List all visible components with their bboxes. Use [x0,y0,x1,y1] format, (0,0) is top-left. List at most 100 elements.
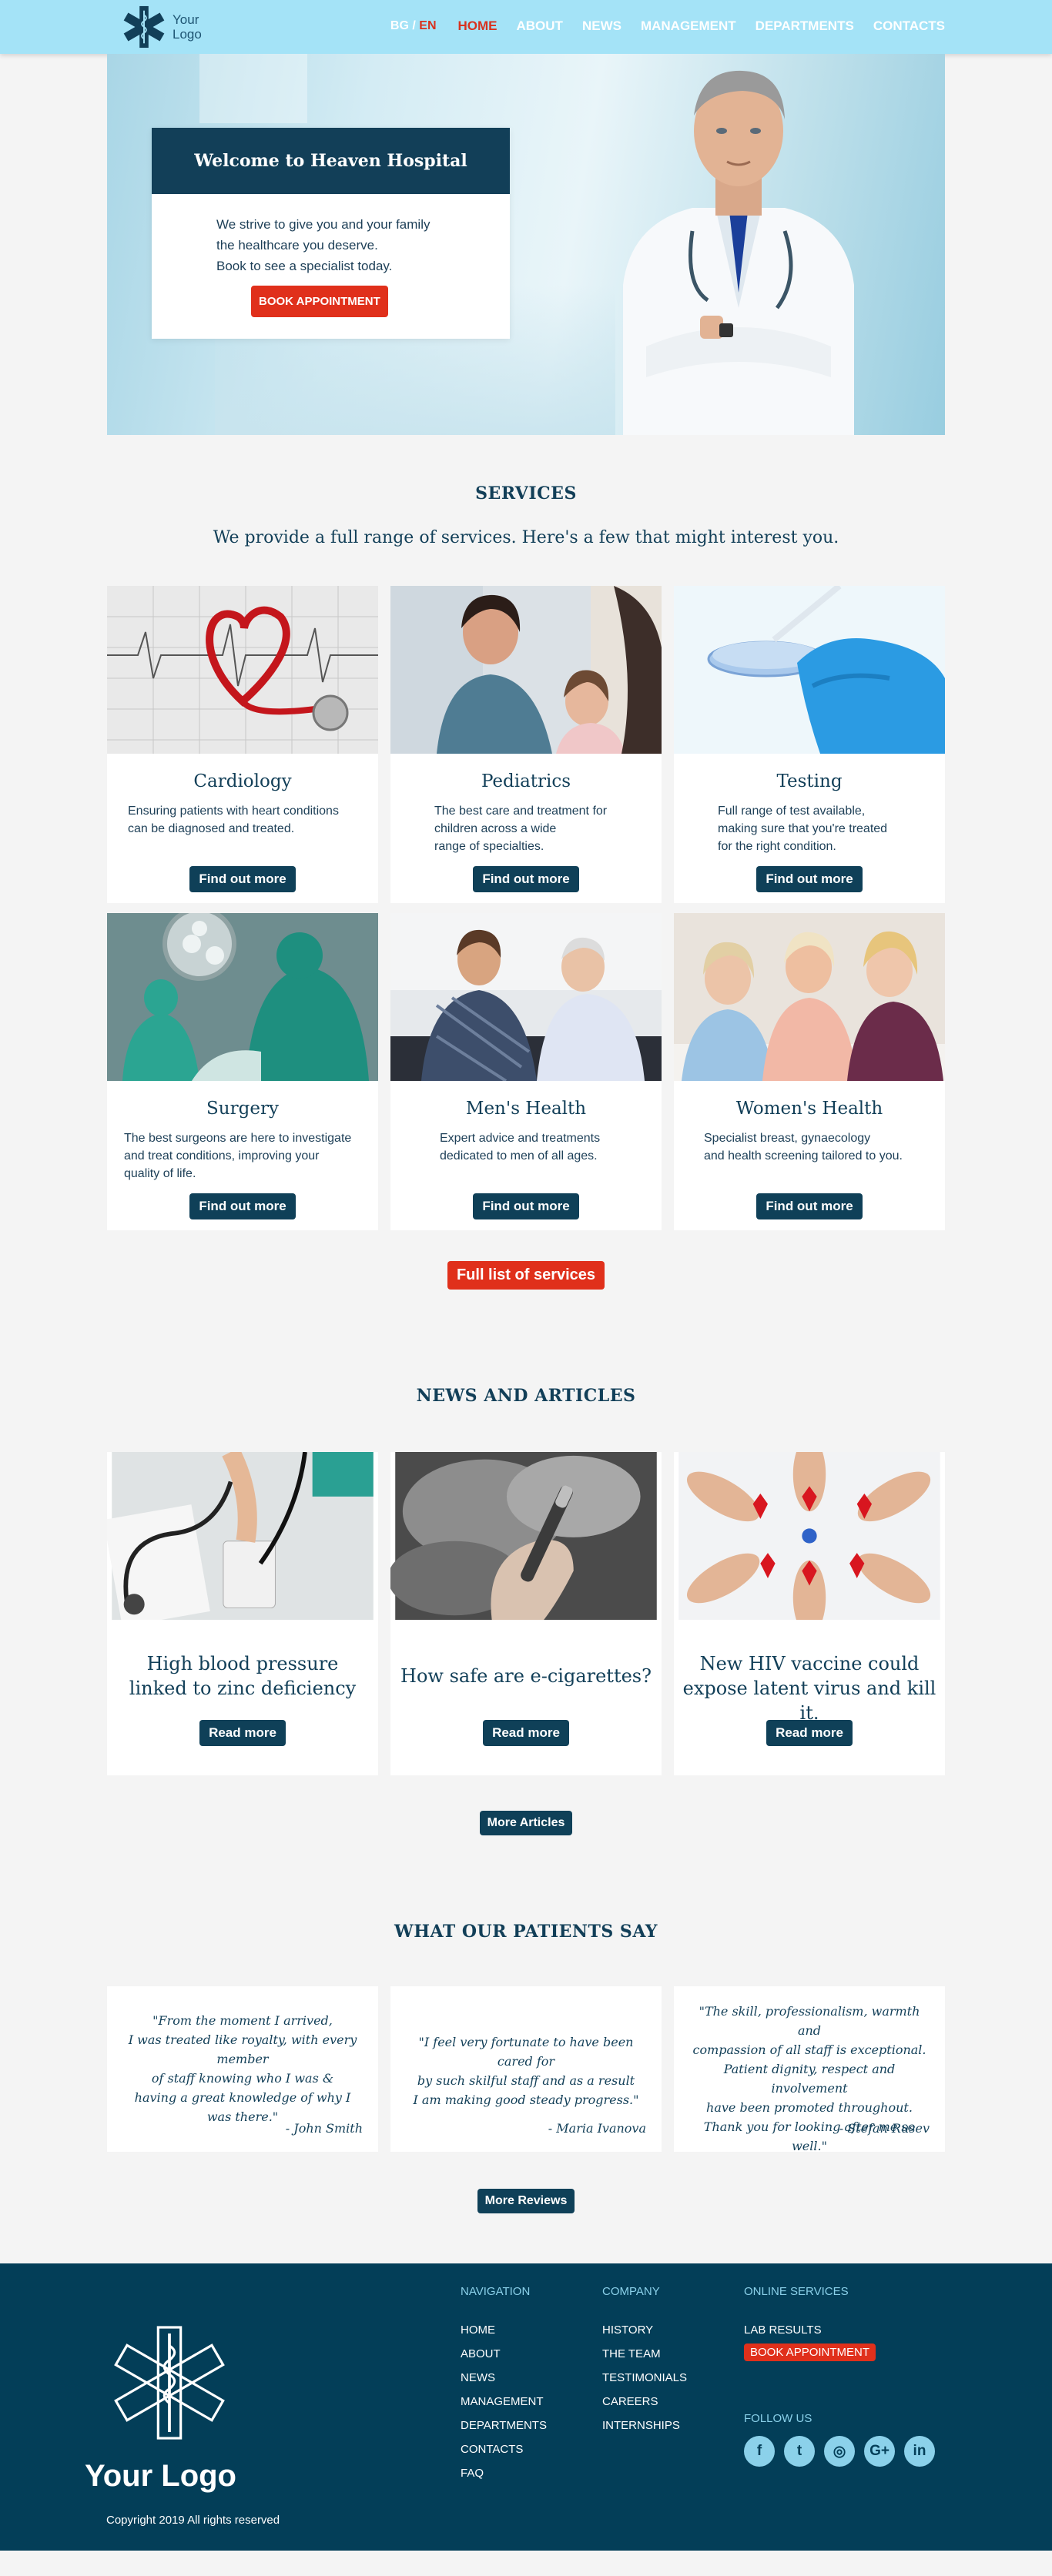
service-desc-line: dedicated to men of all ages. [440,1149,598,1163]
service-desc-line: and treat conditions, improving your [124,1149,320,1163]
service-desc-line: and health screening tailored to you. [704,1149,903,1163]
footer-link-news[interactable]: NEWS [461,2366,547,2390]
service-desc-line: children across a wide [434,822,557,835]
footer-book-appointment-button[interactable]: BOOK APPOINTMENT [744,2343,876,2361]
review-line: of staff knowing who I was & [151,2071,334,2086]
site-footer: Your Logo Copyright 2019 All rights rese… [0,2263,1052,2551]
star-of-life-icon [114,2326,225,2440]
welcome-line: the healthcare you deserve. [216,238,378,253]
find-out-more-button[interactable]: Find out more [756,866,863,892]
lang-bg[interactable]: BG [390,19,409,32]
service-description: The best surgeons are here to investigat… [107,1129,378,1183]
e-cigarette-image [387,1452,657,1620]
hero-background-blur [199,54,307,123]
copyright: Copyright 2019 All rights reserved [106,2514,280,2527]
main-nav: BG / EN HOME ABOUT NEWS MANAGEMENT DEPAR… [390,18,945,34]
nav-departments[interactable]: DEPARTMENTS [755,18,854,34]
welcome-line: We strive to give you and your family [216,217,431,232]
find-out-more-button[interactable]: Find out more [189,866,296,892]
hiv-ribbon-image [678,1437,940,1635]
review-card: "The skill, professionalism, warmth and … [674,1986,945,2153]
review-line: "I feel very fortunate to have been care… [418,2035,634,2069]
hero-banner: Welcome to Heaven Hospital We strive to … [107,54,945,435]
footer-link-lab-results[interactable]: LAB RESULTS [744,2318,935,2342]
read-more-button[interactable]: Read more [483,1720,569,1746]
footer-link-about[interactable]: ABOUT [461,2342,547,2366]
more-articles-button[interactable]: More Articles [479,1811,573,1835]
book-appointment-button[interactable]: BOOK APPOINTMENT [251,286,388,317]
footer-logo[interactable]: Your Logo [85,2321,236,2494]
footer-link-careers[interactable]: CAREERS [602,2390,687,2414]
find-out-more-button[interactable]: Find out more [189,1193,296,1219]
nav-contacts[interactable]: CONTACTS [873,18,945,34]
mens-health-image [390,913,662,1082]
footer-logo-text: Your Logo [85,2459,236,2493]
service-desc-line: Full range of test available, [718,805,866,818]
service-card-mens-health: Men's Health Expert advice and treatment… [390,913,662,1230]
find-out-more-button[interactable]: Find out more [473,866,579,892]
nav-management[interactable]: MANAGEMENT [641,18,736,34]
welcome-line: Book to see a specialist today. [216,259,393,273]
welcome-title: Welcome to Heaven Hospital [152,128,510,194]
nav-news[interactable]: NEWS [582,18,621,34]
footer-column-title: COMPANY [602,2285,660,2298]
linkedin-icon[interactable]: in [904,2436,935,2467]
follow-us-title: FOLLOW US [744,2412,812,2425]
service-title: Women's Health [735,1099,883,1119]
service-description: Ensuring patients with heart conditions … [107,802,378,838]
news-title-line: expose latent virus and kill it. [682,1678,936,1724]
footer-navigation: NAVIGATION HOME ABOUT NEWS MANAGEMENT DE… [461,2285,547,2485]
testing-image [674,583,945,754]
twitter-icon[interactable]: t [784,2436,815,2467]
facebook-icon[interactable]: f [744,2436,775,2467]
review-author: - John Smith [285,2121,363,2136]
review-line: "From the moment I arrived, [152,2013,333,2028]
news-title-line: High blood pressure [146,1653,339,1674]
service-desc-line: Specialist breast, gynaecology [704,1132,871,1145]
footer-link-management[interactable]: MANAGEMENT [461,2390,547,2414]
review-author: - Stefan Rusev [839,2121,930,2136]
news-title-text: High blood pressure linked to zinc defic… [107,1651,378,1701]
footer-link-contacts[interactable]: CONTACTS [461,2437,547,2461]
find-out-more-button[interactable]: Find out more [756,1193,863,1219]
footer-link-testimonials[interactable]: TESTIMONIALS [602,2366,687,2390]
service-desc-line: The best surgeons are here to investigat… [124,1132,352,1145]
header-logo[interactable]: Your Logo [122,5,202,49]
womens-health-image [674,913,945,1081]
review-card: "I feel very fortunate to have been care… [390,1986,662,2152]
footer-link-faq[interactable]: FAQ [461,2461,547,2485]
social-links: f t ◎ G+ in [744,2436,935,2467]
news-title-text: New HIV vaccine could expose latent viru… [674,1651,945,1725]
service-title: Surgery [206,1099,279,1119]
read-more-button[interactable]: Read more [199,1720,286,1746]
doctor-image [623,70,854,435]
footer-link-internships[interactable]: INTERNSHIPS [602,2414,687,2437]
service-description: Specialist breast, gynaecology and healt… [674,1129,945,1165]
read-more-button[interactable]: Read more [766,1720,853,1746]
footer-link-departments[interactable]: DEPARTMENTS [461,2414,547,2437]
instagram-icon[interactable]: ◎ [824,2436,855,2467]
find-out-more-button[interactable]: Find out more [473,1193,579,1219]
nav-home[interactable]: HOME [458,18,498,34]
pediatrics-image [390,586,662,754]
service-desc-line: range of specialties. [434,840,544,853]
google-plus-icon[interactable]: G+ [864,2436,895,2467]
star-of-life-icon [123,5,165,49]
language-switcher[interactable]: BG / EN [390,19,437,33]
review-author: - Maria Ivanova [548,2121,646,2136]
news-title-line: linked to zinc deficiency [129,1678,357,1699]
service-card-surgery: Surgery The best surgeons are here to in… [107,907,378,1230]
service-card-womens-health: Women's Health Specialist breast, gynaec… [674,913,945,1230]
lang-en[interactable]: EN [419,19,436,32]
footer-company: COMPANY HISTORY THE TEAM TESTIMONIALS CA… [602,2285,687,2437]
footer-link-history[interactable]: HISTORY [602,2318,687,2342]
nav-about[interactable]: ABOUT [517,18,563,34]
review-line: "The skill, professionalism, warmth and [699,2004,920,2038]
more-reviews-button[interactable]: More Reviews [477,2189,575,2213]
footer-link-home[interactable]: HOME [461,2318,547,2342]
review-line: I was treated like royalty, with every m… [128,2032,357,2066]
service-description: Full range of test available, making sur… [674,802,945,855]
full-list-of-services-button[interactable]: Full list of services [447,1261,605,1290]
review-line: by such skilful staff and as a result [417,2073,635,2088]
footer-link-the-team[interactable]: THE TEAM [602,2342,687,2366]
